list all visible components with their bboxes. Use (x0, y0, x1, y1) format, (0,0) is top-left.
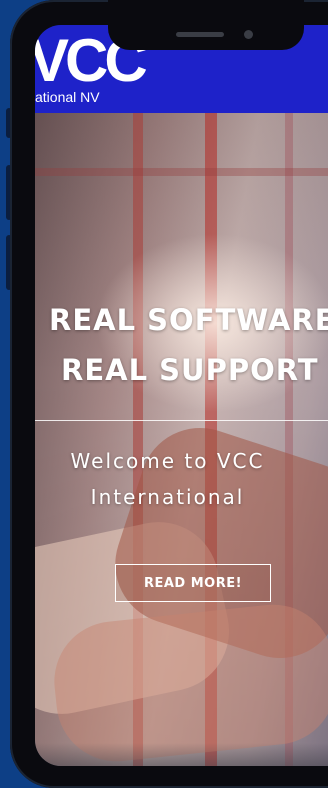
welcome-line2: International (90, 485, 245, 509)
background-window-frame (35, 168, 328, 176)
speaker-grille-icon (176, 32, 224, 37)
hero-banner: REAL SOFTWARE REAL SUPPORT Welcome to VC… (35, 113, 328, 766)
phone-screen: VCC ational NV REAL SOFTWARE REAL SUPPOR… (35, 25, 328, 766)
device-mockup-stage: VCC ational NV REAL SOFTWARE REAL SUPPOR… (0, 0, 328, 788)
hero-divider (35, 420, 328, 421)
logo-text[interactable]: ational NV (35, 89, 100, 105)
hero-headline-line2: REAL SUPPORT (61, 353, 319, 387)
hero-headline-line1: REAL SOFTWARE (49, 303, 328, 337)
phone-notch (108, 0, 304, 50)
front-camera-icon (244, 30, 253, 39)
hero-bottom-shade (35, 743, 328, 766)
read-more-button[interactable]: READ MORE! (115, 564, 271, 602)
hero-welcome-text: Welcome to VCC International (35, 443, 300, 515)
welcome-line1: Welcome to VCC (70, 449, 265, 473)
